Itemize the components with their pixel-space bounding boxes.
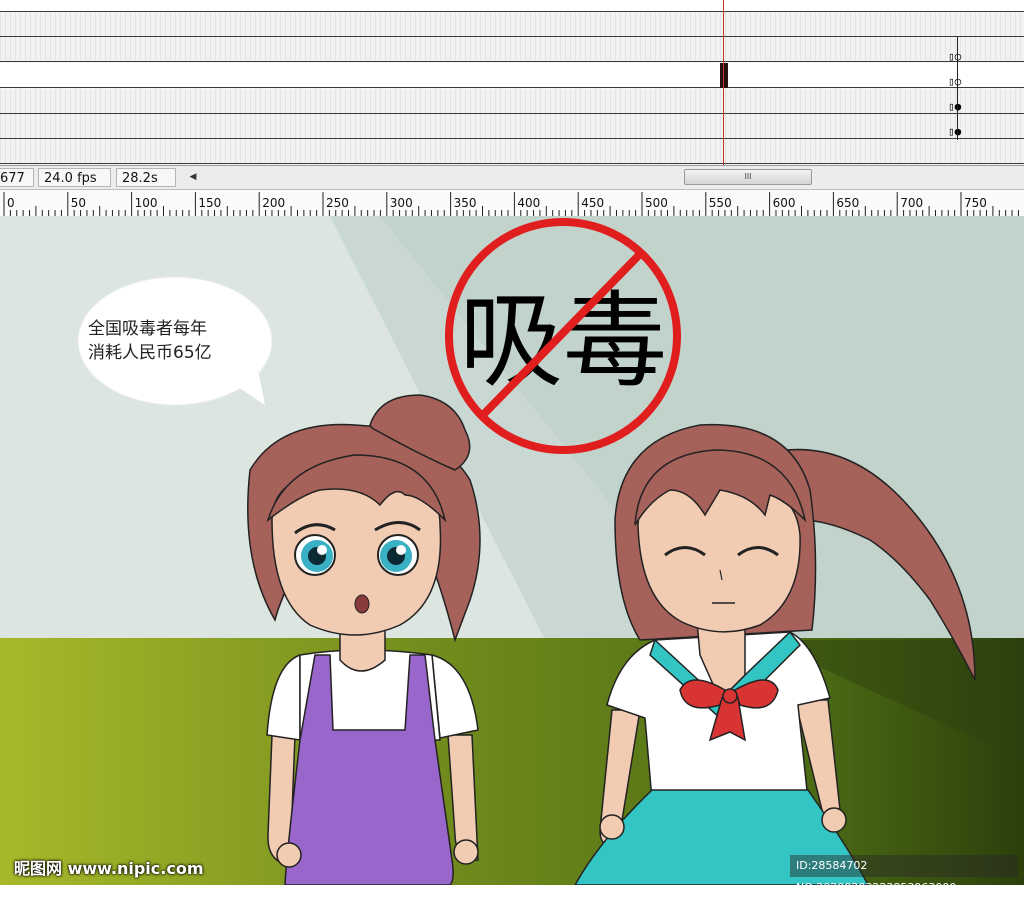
nipic-watermark-logo: 昵图网 www.nipic.com: [14, 859, 204, 878]
timeline-layer-row[interactable]: [0, 139, 1024, 164]
ruler-label: 700: [900, 196, 923, 210]
ruler-label: 250: [326, 196, 349, 210]
stage-ruler: 0 50 100 150 200 250 300 350 400 450 500 550 600 650 7…: [0, 190, 1024, 217]
ruler-label: 200: [262, 196, 285, 210]
speech-bubble-text: 全国吸毒者每年 消耗人民币65亿: [88, 317, 258, 365]
frame-span-end: [957, 37, 958, 140]
timeline-panel[interactable]: ▯○ ▯○ ▯● ▯●: [0, 0, 1024, 165]
timeline-status-bar: 677 24.0 fps 28.2s ◀ III: [0, 165, 1024, 190]
ruler-label: 350: [454, 196, 477, 210]
ruler-label: 650: [836, 196, 859, 210]
playhead[interactable]: [723, 0, 724, 165]
keyframe-icon[interactable]: ▯●: [948, 101, 961, 113]
keyframe-icon[interactable]: ▯●: [948, 126, 961, 138]
speech-bubble-line: 全国吸毒者每年: [88, 319, 207, 339]
no-drugs-sign-text: 吸毒: [459, 280, 667, 402]
animation-stage[interactable]: 吸毒 全国吸毒者每年 消耗人民币65亿: [0, 216, 1024, 885]
ruler-label: 100: [135, 196, 158, 210]
ruler-label: 750: [964, 196, 987, 210]
ruler-label: 600: [773, 196, 796, 210]
scroll-left-arrow-icon[interactable]: ◀: [185, 168, 201, 187]
empty-keyframe-icon[interactable]: ▯○: [948, 76, 961, 88]
ruler-label: 550: [709, 196, 732, 210]
speech-bubble-line: 消耗人民币65亿: [88, 343, 212, 363]
horizontal-scrollbar-thumb[interactable]: III: [684, 169, 812, 185]
ruler-label: 300: [390, 196, 413, 210]
ruler-label: 400: [517, 196, 540, 210]
ruler-label: 0: [7, 196, 15, 210]
ruler-ticks: 0 50 100 150 200 250 300 350 400 450 500 550 600 650 7…: [3, 192, 1019, 216]
frame-rate-field[interactable]: 24.0 fps: [38, 168, 111, 187]
elapsed-time-field: 28.2s: [116, 168, 176, 187]
timeline-layer-row[interactable]: [0, 37, 1024, 62]
ruler-label: 450: [581, 196, 604, 210]
empty-keyframe-icon[interactable]: ▯○: [948, 51, 961, 63]
image-id-watermark: ID:28584702 NO:20200203223853963000: [790, 855, 1018, 894]
current-frame-field[interactable]: 677: [0, 168, 34, 187]
current-frame-marker: [720, 63, 728, 88]
timeline-layer-row[interactable]: [0, 89, 1024, 114]
timeline-layer-row-selected[interactable]: [0, 63, 1024, 88]
timeline-layer-row[interactable]: [0, 114, 1024, 139]
timeline-top-row: [0, 0, 1024, 12]
ruler-label: 150: [198, 196, 221, 210]
ruler-label: 500: [645, 196, 668, 210]
ruler-label: 50: [71, 196, 86, 210]
timeline-layer-row[interactable]: [0, 12, 1024, 37]
